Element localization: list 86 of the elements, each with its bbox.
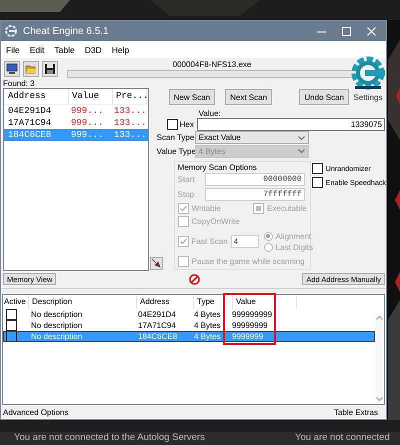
- open-process-button[interactable]: [4, 60, 20, 76]
- column-header[interactable]: Value: [69, 89, 113, 104]
- arrow-icon: [151, 258, 162, 268]
- computer-icon: [6, 62, 18, 74]
- table-cell-text: 133...: [113, 130, 144, 140]
- field-label: Value Type: [156, 146, 193, 156]
- scroll-up-icon[interactable]: [376, 316, 383, 320]
- menu-item[interactable]: Help: [112, 44, 130, 54]
- table-cell-text: 04E291D4: [7, 106, 52, 116]
- table-cell-text: 184C6CE8: [7, 130, 52, 140]
- checkbox[interactable]: [6, 320, 17, 331]
- column-header[interactable]: Pre...: [113, 89, 147, 104]
- table-cell-text: 4 Bytes: [193, 332, 222, 341]
- checkbox-label: Hex: [180, 120, 194, 129]
- group-title: Memory Scan Options: [178, 162, 258, 172]
- table-cell-text: 9999999: [231, 332, 264, 341]
- field-label: Stop: [178, 190, 196, 200]
- table-cell-text: 999...: [70, 118, 104, 128]
- save-button[interactable]: [42, 60, 58, 76]
- window-title: Cheat Engine 6.5.1: [23, 26, 110, 36]
- table-cell-text: 4 Bytes: [193, 310, 222, 319]
- open-file-button[interactable]: [23, 60, 39, 76]
- result-row[interactable]: 17A71C94 999... 133...: [4, 117, 148, 129]
- value-label: Value:: [198, 108, 222, 118]
- status-text[interactable]: Advanced Options: [3, 408, 68, 416]
- table-cell-text: No description: [30, 310, 84, 319]
- table-cell-text: No description: [30, 332, 84, 341]
- checkbox[interactable]: [6, 331, 17, 342]
- found-count: Found: 3: [2, 79, 35, 88]
- checkbox-label: Writable: [192, 204, 221, 214]
- table-cell-text: 999...: [70, 106, 104, 116]
- notification-text: You are not connected: [295, 432, 390, 443]
- menu-item[interactable]: Edit: [30, 44, 44, 54]
- table-cell-text: 04E291D4: [137, 310, 177, 319]
- settings-link[interactable]: Settings: [354, 93, 382, 102]
- table-row[interactable]: No description 04E291D4 4 Bytes 999999999: [3, 309, 375, 320]
- radio-label: Alignment: [276, 232, 312, 241]
- close-icon[interactable]: [367, 26, 376, 36]
- scan-button[interactable]: New Scan: [168, 89, 216, 105]
- maximize-icon[interactable]: [342, 26, 351, 36]
- menu-item[interactable]: D3D: [84, 44, 102, 54]
- table-cell-text: 999...: [70, 130, 104, 140]
- table-cell-text: 17A71C94: [7, 118, 52, 128]
- column-header[interactable]: Address: [4, 89, 69, 104]
- field-label: Start: [178, 175, 196, 184]
- table-cell-text: 17A71C94: [137, 321, 177, 330]
- column-header[interactable]: Description: [29, 295, 137, 309]
- checkbox[interactable]: [312, 162, 323, 174]
- column-header[interactable]: Address: [137, 295, 194, 309]
- chevron-icon: [298, 136, 305, 140]
- table-cell-text: 999999999: [231, 310, 274, 319]
- scan-button[interactable]: Next Scan: [225, 89, 272, 105]
- checkbox[interactable]: [6, 309, 17, 320]
- value-field[interactable]: 1339075: [197, 118, 385, 131]
- checkbox[interactable]: [312, 176, 323, 188]
- checkbox-label: Fast Scan: [192, 237, 228, 246]
- menu-item[interactable]: Table: [54, 44, 75, 54]
- arrow-button[interactable]: [150, 256, 163, 270]
- status-text[interactable]: Table Extras: [334, 408, 378, 416]
- table-cell-text: 133...: [113, 118, 144, 128]
- no-sign-icon[interactable]: [189, 274, 200, 284]
- undo-scan-button[interactable]: Undo Scan: [299, 89, 349, 105]
- dropdown[interactable]: Exact Value: [194, 131, 309, 144]
- table-row[interactable]: No description 17A71C94 4 Bytes 99999999: [3, 320, 375, 331]
- folder-icon: [25, 62, 37, 74]
- chevron-icon: [298, 149, 305, 154]
- app-icon: [5, 25, 17, 37]
- menu-item[interactable]: File: [6, 44, 20, 54]
- checkbox[interactable]: [166, 118, 178, 130]
- process-name: 000004F8-NFS13.exe: [172, 60, 252, 68]
- column-header[interactable]: Value: [233, 295, 297, 309]
- column-header[interactable]: Type: [194, 295, 233, 309]
- checkbox-label: Executable: [267, 204, 307, 214]
- checkbox-label: Pause the game while scanning: [192, 257, 305, 266]
- result-row[interactable]: 04E291D4 999... 133...: [4, 105, 148, 117]
- notification-text: You are not connected to the Autolog Servers: [14, 432, 206, 443]
- radio-label: Last Digits: [276, 242, 314, 252]
- scrollbar[interactable]: [375, 313, 384, 404]
- table-cell-text: 99999999: [231, 321, 269, 330]
- table-cell-text: 133...: [113, 106, 144, 116]
- table-cell-text: No description: [30, 321, 84, 330]
- field-label: Scan Type: [156, 133, 193, 142]
- table-cell-text: 4 Bytes: [193, 321, 222, 330]
- table-cell-text: 184C6CE8: [137, 332, 178, 341]
- scroll-down-icon[interactable]: [376, 397, 383, 401]
- checkbox-label: CopyOnWrite: [192, 217, 240, 226]
